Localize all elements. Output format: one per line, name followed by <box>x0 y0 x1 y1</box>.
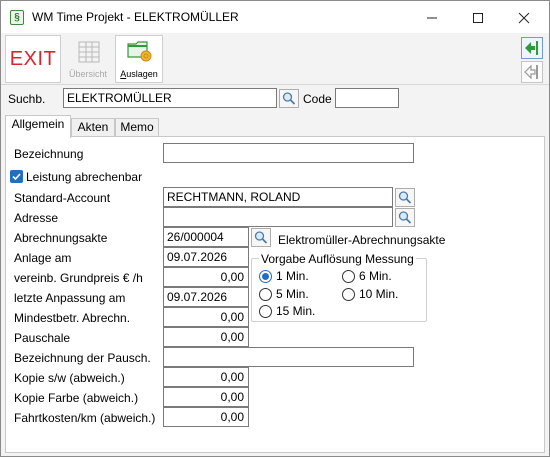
app-window: § WM Time Projekt - ELEKTROMÜLLER EXIT Ü… <box>0 0 550 457</box>
abrechnungsakte-input[interactable]: 26/000004 <box>163 227 249 247</box>
title-bar: § WM Time Projekt - ELEKTROMÜLLER <box>1 1 549 33</box>
leistung-label: Leistung abrechenbar <box>26 170 143 184</box>
nav-back-button[interactable] <box>521 37 543 59</box>
abrechnungsakte-search-button[interactable] <box>251 228 271 247</box>
kopie-farbe-input[interactable]: 0,00 <box>163 387 249 407</box>
aufloesung-title: Vorgabe Auflösung Messung <box>259 252 416 266</box>
app-logo-icon: § <box>10 10 24 25</box>
standard-account-label: Standard-Account <box>14 191 111 205</box>
auslagen-label: Auslagen <box>120 69 158 79</box>
nav-back-disabled-button[interactable] <box>521 61 543 83</box>
anlage-am-label: Anlage am <box>14 251 72 265</box>
bezeichnung-input[interactable] <box>163 143 414 163</box>
adresse-search-button[interactable] <box>395 208 415 227</box>
radio-6-min-label: 6 Min. <box>359 269 392 283</box>
standard-account-search-button[interactable] <box>395 188 415 207</box>
bezeichnung-label: Bezeichnung <box>14 147 84 161</box>
magnifier-icon <box>398 211 412 224</box>
maximize-icon <box>473 13 483 24</box>
adresse-input[interactable] <box>163 207 393 227</box>
grundpreis-input[interactable]: 0,00 <box>163 267 249 287</box>
mindestbetrag-label: Mindestbetr. Abrechn. <box>14 311 131 325</box>
uebersicht-button[interactable]: Übersicht <box>64 35 112 83</box>
tab-akten[interactable]: Akten <box>71 118 115 137</box>
radio-15-min-label: 15 Min. <box>276 304 316 318</box>
window-title: WM Time Projekt - ELEKTROMÜLLER <box>32 10 239 24</box>
fahrtkosten-label: Fahrtkosten/km (abweich.) <box>14 411 156 425</box>
abrechnungsakte-label: Abrechnungsakte <box>14 231 108 245</box>
grundpreis-label: vereinb. Grundpreis € /h <box>14 271 143 285</box>
search-input[interactable]: ELEKTROMÜLLER <box>63 88 277 108</box>
fahrtkosten-input[interactable]: 0,00 <box>163 407 249 427</box>
magnifier-icon <box>254 231 268 244</box>
radio-5-min[interactable] <box>259 288 272 301</box>
search-label: Suchb. <box>8 92 46 106</box>
kopie-sw-input[interactable]: 0,00 <box>163 367 249 387</box>
arrow-left-grey-icon <box>524 64 538 80</box>
magnifier-icon <box>398 191 412 204</box>
bez-pauschale-label: Bezeichnung der Pausch. <box>14 351 151 365</box>
radio-6-min[interactable] <box>342 270 355 283</box>
radio-10-min[interactable] <box>342 288 355 301</box>
kopie-sw-label: Kopie s/w (abweich.) <box>14 371 125 385</box>
uebersicht-label: Übersicht <box>68 69 107 79</box>
close-window-button[interactable] <box>501 1 547 33</box>
code-input[interactable] <box>335 88 399 108</box>
pauschale-input[interactable]: 0,00 <box>163 327 249 347</box>
minimize-button[interactable] <box>409 1 455 33</box>
abrechnungsakte-name: Elektromüller-Abrechnungsakte <box>278 233 446 247</box>
letzte-anpassung-label: letzte Anpassung am <box>14 291 126 305</box>
kopie-farbe-label: Kopie Farbe (abweich.) <box>14 391 139 405</box>
arrow-left-green-icon <box>525 41 538 55</box>
standard-account-input[interactable]: RECHTMANN, ROLAND <box>163 187 393 207</box>
search-button[interactable] <box>279 89 299 108</box>
checkmark-icon <box>12 173 21 181</box>
mindestbetrag-input[interactable]: 0,00 <box>163 307 249 327</box>
exit-label: EXIT <box>9 48 57 70</box>
anlage-am-input[interactable]: 09.07.2026 <box>163 247 249 267</box>
radio-5-min-label: 5 Min. <box>276 287 309 301</box>
bez-pauschale-input[interactable] <box>163 347 414 367</box>
letzte-anpassung-input[interactable]: 09.07.2026 <box>163 287 249 307</box>
maximize-button[interactable] <box>455 1 501 33</box>
grid-icon <box>78 41 100 63</box>
code-label: Code <box>303 92 332 106</box>
tab-allgemein[interactable]: Allgemein <box>5 115 71 138</box>
toolbar: EXIT Übersicht Auslagen <box>1 33 549 85</box>
adresse-label: Adresse <box>14 211 59 225</box>
radio-15-min[interactable] <box>259 305 272 318</box>
magnifier-icon <box>282 92 296 105</box>
close-icon <box>518 12 530 24</box>
minimize-icon <box>427 17 437 19</box>
radio-1-min[interactable] <box>259 270 272 283</box>
tab-memo[interactable]: Memo <box>115 118 159 137</box>
folder-coin-icon <box>127 41 152 62</box>
leistung-checkbox[interactable] <box>10 170 23 183</box>
pauschale-label: Pauschale <box>14 331 71 345</box>
exit-button[interactable]: EXIT <box>5 35 61 83</box>
radio-10-min-label: 10 Min. <box>359 287 399 301</box>
radio-1-min-label: 1 Min. <box>276 269 309 283</box>
auslagen-button[interactable]: Auslagen <box>115 35 163 83</box>
